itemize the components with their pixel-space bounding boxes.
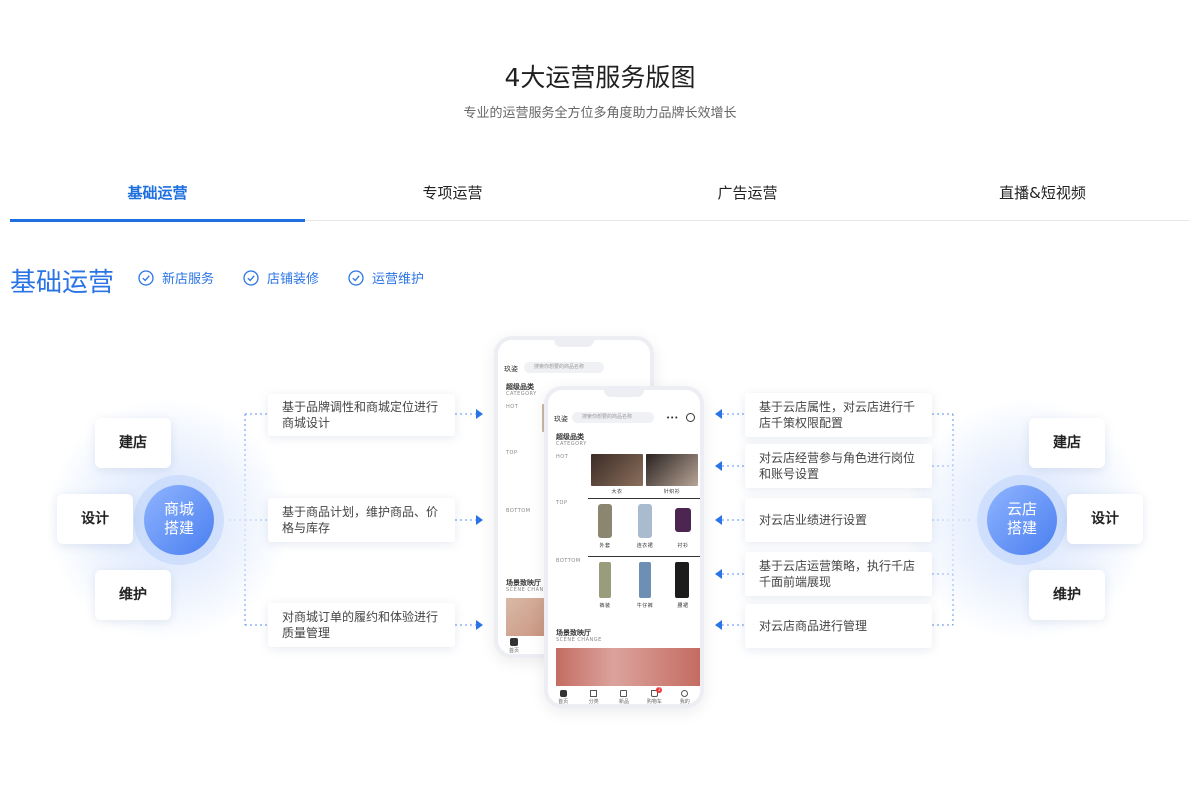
left-node-build-store[interactable]: 建店 [95,418,171,468]
phone-row-hot: HOT [506,404,519,410]
nav-cart[interactable]: 2 购物车 [640,686,668,705]
phone-row-top: TOP [556,500,568,506]
right-card-role-account: 对云店经营参与角色进行岗位和账号设置 [745,444,932,488]
phone-bottom-nav: 首页 分类 新品 2 购物车 我的 [548,686,700,705]
scene-banner-image[interactable] [556,648,700,688]
target-icon[interactable] [686,413,695,422]
product-label: 腰裙 [677,603,689,609]
product-label: 裤装 [599,603,611,609]
nav-label: 购物车 [646,698,662,705]
nav-new[interactable]: 新品 [610,689,638,705]
left-card-order-quality: 对商城订单的履约和体验进行质量管理 [268,603,455,647]
divider [588,556,700,557]
nav-home[interactable]: 首页 [549,689,577,705]
product-thumbnail[interactable] [591,454,643,486]
product-label: 大衣 [611,489,623,495]
phone-category-en: CATEGORY [556,441,587,447]
card-text: 对云店业绩进行设置 [759,513,868,527]
product-label: 外套 [599,543,611,549]
product-label: 牛仔裤 [636,603,654,609]
phone-mockup-front: 玖姿 搜索你想要的商品名称 ••• 超级品类 CATEGORY HOT 大衣 针… [544,386,704,708]
hub-label: 搭建 [1006,519,1037,537]
user-icon [681,689,689,697]
phone-search-bar[interactable]: 搜索你想要的商品名称 [572,412,654,423]
home-icon [510,638,518,646]
nav-label: 我的 [679,698,690,705]
hub-label: 云店 [1006,500,1037,518]
product-label: 连衣裙 [636,543,654,549]
product-thumbnail[interactable] [646,454,698,486]
divider [588,498,700,499]
product-label: 衬衫 [677,543,689,549]
nav-label: 分类 [588,698,599,705]
nav-category[interactable]: 分类 [580,689,608,705]
back-nav-home: 首页 [500,638,528,654]
phone-row-bottom: BOTTOM [506,508,531,514]
product-thumbnail[interactable] [638,504,652,538]
card-text: 基于云店运营策略，执行千店千面前端展现 [759,559,916,589]
left-node-maintain[interactable]: 维护 [95,570,171,620]
nav-mine[interactable]: 我的 [671,689,699,705]
phone-brand: 玖姿 [554,415,568,423]
phone-row-hot: HOT [556,454,569,460]
left-node-design[interactable]: 设计 [57,494,133,544]
card-text: 对云店商品进行管理 [759,619,868,633]
left-card-product-maintenance: 基于商品计划，维护商品、价格与库存 [268,498,455,542]
more-dots-icon[interactable]: ••• [666,414,678,422]
home-icon [559,689,567,697]
card-text: 对云店经营参与角色进行岗位和账号设置 [759,451,916,481]
left-card-mall-design: 基于品牌调性和商城定位进行商城设计 [268,394,455,436]
product-thumbnail[interactable] [675,508,691,532]
phone-category-en: CATEGORY [506,391,537,397]
right-node-maintain[interactable]: 维护 [1029,570,1105,620]
nav-label: 首页 [508,648,519,654]
phone-notch [554,340,594,347]
phone-row-bottom: BOTTOM [556,558,581,564]
product-thumbnail[interactable] [675,562,689,598]
phone-search-bar: 搜索你想要的商品名称 [524,362,604,373]
card-text: 基于品牌调性和商城定位进行商城设计 [282,400,439,430]
hub-label: 商城 [163,500,194,518]
doc-icon [620,689,628,697]
product-thumbnail[interactable] [599,562,611,598]
card-text: 对商城订单的履约和体验进行质量管理 [282,610,439,640]
phone-row-top: TOP [506,450,518,456]
right-card-performance: 对云店业绩进行设置 [745,498,932,542]
grid-icon [590,689,598,697]
right-card-product-management: 对云店商品进行管理 [745,604,932,648]
product-thumbnail[interactable] [639,562,651,598]
right-hub-cloud-store: 云店 搭建 [987,485,1057,555]
hub-label: 搭建 [163,519,194,537]
phone-notch [604,390,644,397]
phone-scene-en: SCENE CHANGE [556,637,602,643]
right-node-build-store[interactable]: 建店 [1029,418,1105,468]
card-text: 基于商品计划，维护商品、价格与库存 [282,505,439,535]
product-label: 针织衫 [663,489,681,495]
cart-badge: 2 [656,686,663,693]
right-card-frontend-display: 基于云店运营策略，执行千店千面前端展现 [745,552,932,596]
left-hub-mall-build: 商城 搭建 [144,485,214,555]
phone-brand: 玖姿 [504,365,518,373]
card-text: 基于云店属性，对云店进行千店千策权限配置 [759,400,916,430]
product-thumbnail[interactable] [598,504,612,538]
right-card-permission-config: 基于云店属性，对云店进行千店千策权限配置 [745,393,932,437]
nav-label: 首页 [558,698,569,705]
nav-label: 新品 [618,698,629,705]
right-node-design[interactable]: 设计 [1067,494,1143,544]
